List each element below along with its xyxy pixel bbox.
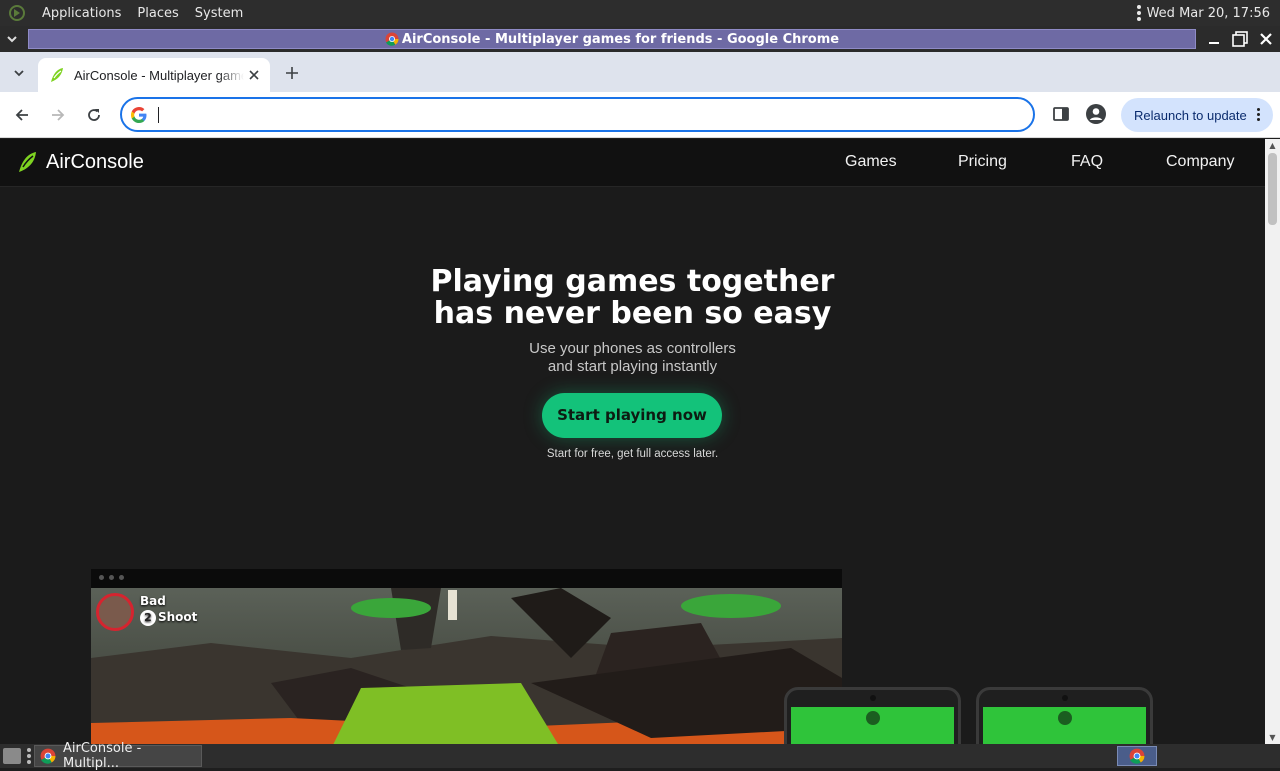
google-icon	[130, 106, 148, 124]
tab-title: AirConsole - Multiplayer games for frien…	[74, 67, 244, 83]
panel-overflow-icon[interactable]	[1136, 5, 1141, 21]
chrome-icon	[385, 32, 399, 53]
hud-badge: 2	[140, 610, 156, 626]
nav-faq[interactable]: FAQ	[1071, 153, 1103, 171]
airconsole-leaf-icon	[1057, 711, 1072, 725]
tab-strip: AirConsole - Multiplayer games for frien…	[0, 52, 1280, 92]
relaunch-label: Relaunch to update	[1134, 107, 1247, 123]
cta-note: Start for free, get full access later.	[546, 448, 719, 460]
player-avatar	[96, 593, 134, 631]
omnibox-input[interactable]	[158, 102, 1033, 127]
tab-close-icon[interactable]	[246, 67, 262, 83]
profile-icon[interactable]	[1085, 103, 1107, 125]
phone-controller-right	[976, 687, 1153, 744]
text-caret	[158, 107, 159, 123]
scrollbar-thumb[interactable]	[1268, 153, 1277, 225]
preview-window-bar	[91, 569, 842, 588]
window-title: AirConsole - Multiplayer games for frien…	[401, 32, 840, 47]
chrome-icon	[1129, 748, 1145, 764]
hud-player2-name: Shoot	[158, 610, 198, 624]
nav-games[interactable]: Games	[845, 153, 897, 171]
taskbar-chrome-window[interactable]: AirConsole - Multipl...	[34, 741, 202, 771]
page-viewport: AirConsole Games Pricing FAQ Company Pla…	[0, 139, 1265, 744]
game-scene: Bad 2 Shoot	[91, 588, 842, 744]
maximize-icon[interactable]	[1230, 29, 1250, 49]
reload-icon[interactable]	[82, 103, 106, 127]
taskbar-handle-icon[interactable]	[27, 748, 31, 764]
window-titlebar[interactable]: AirConsole - Multiplayer games for frien…	[0, 26, 1280, 52]
game-preview: Bad 2 Shoot	[91, 569, 842, 744]
airconsole-logo[interactable]: AirConsole	[16, 150, 144, 174]
top-panel: Applications Places System Wed Mar 20, 1…	[0, 0, 1280, 26]
chrome-menu-icon[interactable]	[1257, 108, 1261, 124]
hero-title-line1: Playing games together	[430, 264, 835, 299]
address-bar[interactable]	[120, 97, 1035, 132]
tab-search-icon[interactable]	[8, 62, 30, 84]
start-playing-button[interactable]: Start playing now	[542, 393, 722, 438]
page-scrollbar[interactable]: ▲ ▼	[1265, 139, 1280, 744]
phone-controller-left	[784, 687, 961, 744]
relaunch-to-update-button[interactable]: Relaunch to update	[1121, 98, 1273, 132]
title-strip: AirConsole - Multiplayer games for frien…	[28, 29, 1196, 49]
minimize-icon[interactable]	[1204, 29, 1224, 49]
menu-applications[interactable]: Applications	[34, 6, 129, 21]
menu-places[interactable]: Places	[129, 6, 186, 21]
back-icon[interactable]	[10, 103, 34, 127]
scroll-up-icon[interactable]: ▲	[1268, 141, 1277, 150]
nav-company[interactable]: Company	[1166, 153, 1234, 171]
hud-player-name: Bad	[140, 594, 166, 608]
airconsole-leaf-icon	[865, 711, 880, 725]
close-icon[interactable]	[1256, 29, 1276, 49]
scroll-down-icon[interactable]: ▼	[1268, 733, 1277, 742]
nav-pricing[interactable]: Pricing	[958, 153, 1007, 171]
menu-system[interactable]: System	[187, 6, 251, 21]
gnome-foot-icon[interactable]	[8, 3, 28, 23]
hero-title-line2: has never been so easy	[433, 296, 832, 331]
airconsole-leaf-icon	[19, 152, 36, 172]
clock[interactable]: Wed Mar 20, 17:56	[1147, 6, 1270, 21]
site-header: AirConsole Games Pricing FAQ Company	[0, 139, 1265, 187]
new-tab-icon[interactable]	[280, 61, 304, 85]
brand-name: AirConsole	[46, 150, 144, 173]
tab-airconsole[interactable]: AirConsole - Multiplayer games for frien…	[38, 58, 270, 92]
side-panel-icon[interactable]	[1050, 103, 1072, 125]
workspace-switcher[interactable]	[1117, 746, 1157, 766]
browser-toolbar: Relaunch to update	[0, 92, 1280, 138]
forward-icon[interactable]	[46, 103, 70, 127]
taskbar-window-label: AirConsole - Multipl...	[63, 741, 142, 771]
hero-subtitle-line2: and start playing instantly	[547, 358, 718, 375]
bottom-taskbar: AirConsole - Multipl...	[0, 741, 1280, 771]
game-scene-art	[91, 588, 842, 744]
show-desktop-icon[interactable]	[3, 748, 21, 764]
game-hud: Bad 2 Shoot	[96, 593, 197, 631]
hero-subtitle-line1: Use your phones as controllers	[529, 340, 736, 357]
window-menu-icon[interactable]	[4, 31, 20, 47]
chrome-icon	[40, 748, 56, 768]
airconsole-favicon-icon	[48, 66, 66, 84]
